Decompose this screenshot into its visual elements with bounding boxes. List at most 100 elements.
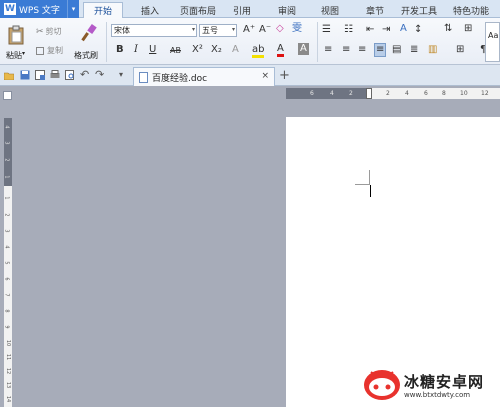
strikethrough-button[interactable]: AB [170, 45, 181, 57]
superscript-button[interactable]: X² [192, 44, 203, 56]
font-color-button[interactable]: A [277, 44, 284, 57]
ruler-tick-label: 2 [349, 90, 353, 97]
watermark-logo-icon [364, 370, 400, 400]
text-cursor [370, 185, 371, 197]
wps-logo-icon: W [4, 3, 16, 15]
ribbon-separator [317, 22, 318, 62]
underline-button[interactable]: U [149, 44, 156, 56]
align-right-icon[interactable]: ≡ [358, 44, 366, 56]
grow-font-icon[interactable]: A⁺ [243, 24, 255, 36]
scissors-icon: ✂ [36, 26, 44, 37]
tab-home[interactable]: 开始 [83, 2, 123, 18]
font-name-select[interactable]: 宋体 ▾ [111, 24, 197, 37]
ruler-tick-label: 2 [3, 213, 10, 217]
distributed-align-icon[interactable]: ▤ [392, 44, 401, 56]
tab-special-features[interactable]: 特色功能 [450, 2, 492, 18]
ruler-tick-label: 8 [3, 309, 10, 313]
ruler-tick-label: 4 [405, 90, 409, 97]
ruler-tick-label: 4 [330, 90, 334, 97]
shading-icon[interactable]: ▥ [428, 44, 437, 56]
paragraph-spacing-icon[interactable]: ≣ [410, 44, 418, 56]
tab-developer-tools[interactable]: 开发工具 [398, 2, 440, 18]
ruler-tick-label: 6 [424, 90, 428, 97]
clipboard-icon [8, 25, 24, 45]
format-painter-button[interactable]: 格式刷 [74, 22, 102, 62]
vertical-ruler[interactable]: 4 3 2 1 1 2 3 4 5 6 7 8 9 10 11 12 13 14 [4, 118, 12, 407]
undo-icon[interactable]: ↶ [80, 68, 89, 81]
clear-format-icon[interactable]: ◇ [276, 23, 284, 35]
ruler-tick-label: 12 [481, 90, 489, 97]
quick-access-bar: ↶ ↷ ▾ 百度经验.doc × + [0, 65, 500, 86]
highlight-icon[interactable]: ab [252, 44, 265, 58]
document-tab[interactable]: 百度经验.doc × [133, 67, 275, 86]
ruler-tick-label: 7 [3, 293, 10, 297]
numbered-list-icon[interactable]: ☷ [344, 24, 353, 36]
italic-button[interactable]: I [134, 44, 138, 56]
justify-icon[interactable]: ≡ [374, 43, 387, 57]
print-icon[interactable] [50, 70, 60, 80]
align-left-icon[interactable]: ≡ [324, 44, 332, 56]
phonetic-guide-icon[interactable]: 雯 [292, 23, 302, 35]
ruler-tick-label: 2 [3, 158, 10, 162]
ruler-tick-label: 13 [5, 381, 12, 389]
ruler-corner-tab-selector[interactable] [3, 91, 12, 100]
app-menu-button[interactable]: W WPS 文字 ▾ [0, 0, 79, 18]
ruler-tick-label: 3 [3, 229, 10, 233]
ruler-tick-label: 10 [5, 339, 12, 347]
horizontal-ruler[interactable]: 6 4 2 2 4 6 8 10 12 [286, 88, 500, 99]
sort-icon[interactable]: ⇅ [444, 23, 452, 35]
tab-review[interactable]: 审阅 [272, 2, 302, 18]
document-tab-title: 百度经验.doc [152, 73, 208, 84]
copy-button[interactable]: 复制 [36, 45, 63, 56]
borders-icon[interactable]: ⊞ [456, 44, 464, 56]
bold-button[interactable]: B [116, 44, 124, 56]
char-shading-button[interactable]: A [298, 43, 309, 55]
app-dropdown-arrow-icon[interactable]: ▾ [67, 0, 79, 18]
customize-toolbar-icon[interactable]: ▾ [119, 70, 123, 79]
close-tab-icon[interactable]: × [261, 71, 269, 81]
tab-insert[interactable]: 插入 [134, 2, 166, 18]
text-effect-icon[interactable]: A [232, 44, 239, 56]
format-painter-label: 格式刷 [74, 51, 98, 60]
ruler-tick-label: 4 [3, 125, 10, 129]
subscript-button[interactable]: X₂ [211, 44, 222, 56]
ruler-tick-label: 14 [5, 395, 12, 403]
tab-page-layout[interactable]: 页面布局 [172, 2, 224, 18]
decrease-indent-icon[interactable]: ⇤ [366, 24, 374, 36]
ruler-tick-label: 8 [442, 90, 446, 97]
font-size-value: 五号 [202, 26, 218, 35]
new-tab-icon[interactable]: + [279, 68, 290, 83]
bullet-list-icon[interactable]: ☰ [322, 24, 331, 36]
cut-button[interactable]: ✂ 剪切 [36, 26, 62, 37]
ruler-tick-label: 3 [3, 141, 10, 145]
copy-label: 复制 [47, 46, 63, 55]
increase-indent-icon[interactable]: ⇥ [382, 24, 390, 36]
ruler-tick-label: 1 [3, 196, 10, 200]
align-center-icon[interactable]: ≡ [342, 44, 350, 56]
menu-bar: W WPS 文字 ▾ 开始 插入 页面布局 引用 审阅 视图 章节 开发工具 特… [0, 0, 500, 18]
margin-crop-mark [355, 184, 370, 185]
styles-gallery[interactable]: AaB [485, 22, 500, 62]
shrink-font-icon[interactable]: A⁻ [259, 24, 271, 36]
watermark: 冰糖安卓网 www.btxtdwty.com [360, 360, 500, 407]
save-icon[interactable] [20, 70, 30, 80]
line-spacing-icon[interactable]: ↕ [414, 24, 422, 36]
paste-dropdown-icon[interactable]: ▾ [22, 50, 25, 57]
tab-view[interactable]: 视图 [315, 2, 345, 18]
document-icon [139, 71, 148, 83]
table-icon[interactable]: ⊞ [464, 23, 472, 35]
tab-section[interactable]: 章节 [360, 2, 390, 18]
tab-references[interactable]: 引用 [227, 2, 257, 18]
watermark-url: www.btxtdwty.com [404, 391, 471, 399]
ruler-tick-label: 4 [3, 245, 10, 249]
save-as-icon[interactable] [35, 70, 45, 80]
chinese-layout-icon[interactable]: A [400, 23, 407, 35]
print-preview-icon[interactable] [65, 70, 75, 80]
open-folder-icon[interactable] [4, 70, 14, 80]
ribbon-separator [106, 22, 107, 62]
font-size-select[interactable]: 五号 ▾ [199, 24, 237, 37]
paste-button[interactable]: 粘贴 ▾ [4, 24, 28, 62]
indent-marker-icon[interactable] [366, 88, 372, 99]
redo-icon[interactable]: ↷ [95, 68, 104, 81]
ruler-tick-label: 9 [3, 325, 10, 329]
